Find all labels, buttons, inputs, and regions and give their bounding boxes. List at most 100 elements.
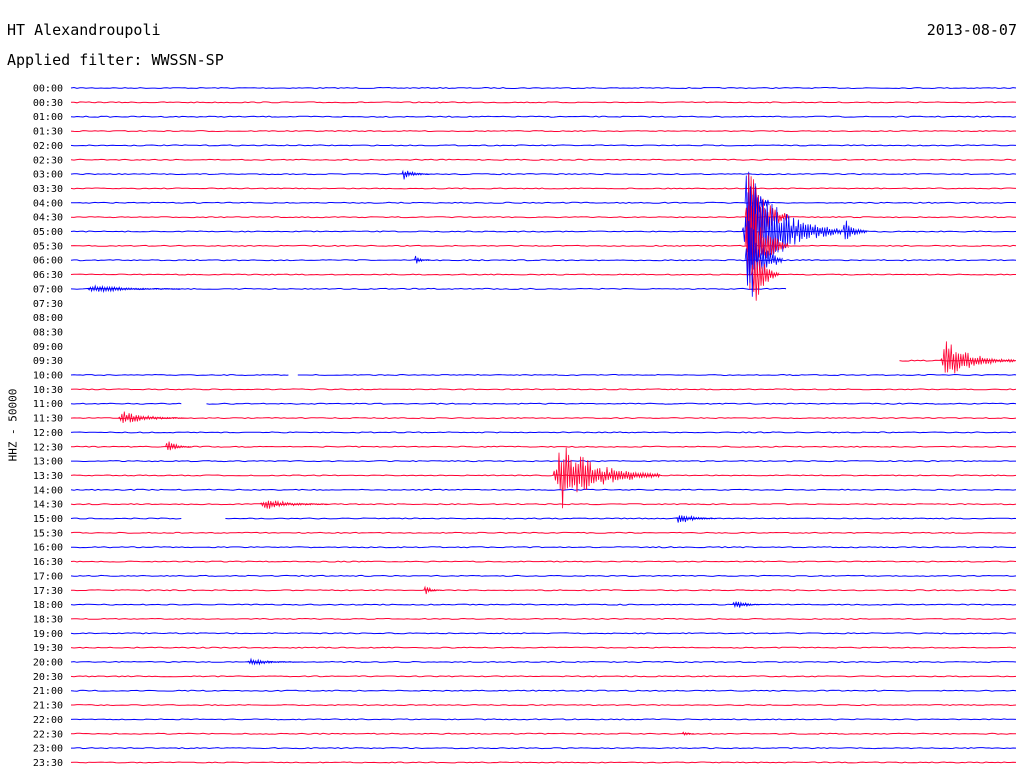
row-label-1930: 19:30 (33, 643, 63, 654)
trace-1700-seg0 (70, 574, 1017, 577)
row-label-0030: 00:30 (33, 98, 63, 109)
trace-1130-seg0 (70, 417, 1017, 420)
row-label-1830: 18:30 (33, 614, 63, 625)
trace-1500-seg0 (70, 517, 182, 520)
event-0930-7 (940, 341, 1016, 374)
row-label-0200: 02:00 (33, 141, 63, 152)
event-1730-17 (423, 585, 442, 595)
row-label-2000: 20:00 (33, 658, 63, 669)
row-label-0430: 04:30 (33, 213, 63, 224)
trace-1500-seg1 (225, 517, 1017, 520)
trace-2100-seg0 (70, 689, 1017, 692)
trace-2230-seg0 (71, 732, 1016, 735)
trace-2200-seg0 (70, 718, 1017, 721)
event-0500-3 (842, 220, 868, 240)
row-label-0930: 09:30 (33, 356, 63, 367)
trace-0530-seg0 (70, 244, 1017, 247)
event-0700-19 (86, 284, 181, 294)
row-label-1800: 18:00 (33, 600, 63, 611)
row-labels: 00:00 00:30 01:00 01:30 02:00 02:30 03:00 03:30… (33, 84, 63, 769)
row-label-1430: 14:30 (33, 500, 63, 511)
trace-0100-seg0 (70, 115, 1017, 118)
trace-0400-seg0 (70, 201, 1017, 204)
row-label-1230: 12:30 (33, 442, 63, 453)
trace-1300-seg0 (71, 460, 1016, 463)
event-1230-10 (165, 441, 191, 451)
trace-1400-seg0 (70, 488, 1017, 491)
row-label-0330: 03:30 (33, 184, 63, 195)
row-label-0600: 06:00 (33, 256, 63, 267)
row-label-1730: 17:30 (33, 586, 63, 597)
event-0630-6 (751, 259, 780, 301)
row-label-2330: 23:30 (33, 758, 63, 769)
trace-1430-seg0 (70, 503, 1017, 506)
trace-1730-seg0 (71, 589, 1017, 592)
trace-2130-seg0 (71, 704, 1017, 707)
trace-0230-seg0 (70, 158, 1017, 161)
row-label-1530: 15:30 (33, 528, 63, 539)
row-label-1330: 13:30 (33, 471, 63, 482)
trace-1230-seg0 (71, 445, 1017, 448)
trace-1530-seg0 (70, 531, 1017, 534)
helicorder-plot: 00:00 00:30 01:00 01:30 02:00 02:30 03:00 03:30… (33, 84, 1017, 769)
trace-1000-seg0 (70, 373, 289, 377)
trace-2300-seg0 (71, 747, 1017, 750)
row-label-0800: 08:00 (33, 313, 63, 324)
trace-0500-seg0 (70, 230, 1017, 233)
row-label-1700: 17:00 (33, 571, 63, 582)
row-label-0730: 07:30 (33, 299, 63, 310)
trace-0600-seg0 (70, 259, 1017, 262)
trace-1100-seg1 (206, 402, 1017, 405)
trace-2330-seg0 (70, 761, 1017, 764)
trace-1900-seg0 (70, 632, 1017, 635)
row-label-0900: 09:00 (33, 342, 63, 353)
row-label-0230: 02:30 (33, 155, 63, 166)
event-1800-13 (732, 601, 761, 609)
row-label-0830: 08:30 (33, 327, 63, 338)
trace-1600-seg0 (70, 546, 1017, 549)
trace-1030-seg0 (70, 388, 1017, 391)
trace-1000-seg1 (297, 373, 1017, 377)
event-0300-14 (401, 169, 430, 180)
trace-1100-seg0 (70, 402, 182, 405)
row-label-1130: 11:30 (33, 414, 63, 425)
row-label-1400: 14:00 (33, 485, 63, 496)
row-label-2200: 22:00 (33, 715, 63, 726)
row-label-0300: 03:00 (33, 170, 63, 181)
row-label-1600: 16:00 (33, 543, 63, 554)
trace-lines (70, 86, 1017, 764)
row-label-1500: 15:00 (33, 514, 63, 525)
row-label-2130: 21:30 (33, 701, 63, 712)
event-1430-11 (259, 500, 329, 509)
row-label-0630: 06:30 (33, 270, 63, 281)
trace-1930-seg0 (70, 646, 1017, 649)
row-label-1300: 13:00 (33, 457, 63, 468)
trace-0130-seg0 (70, 130, 1017, 133)
trace-0200-seg0 (70, 144, 1017, 147)
event-1330-8 (552, 447, 661, 509)
row-label-1900: 19:00 (33, 629, 63, 640)
trace-1200-seg0 (70, 431, 1017, 434)
row-label-0130: 01:30 (33, 127, 63, 138)
trace-2030-seg0 (70, 675, 1017, 678)
row-label-0000: 00:00 (33, 84, 63, 95)
row-label-2300: 23:00 (33, 744, 63, 755)
row-label-0100: 01:00 (33, 112, 63, 123)
row-label-0400: 04:00 (33, 198, 63, 209)
trace-0630-seg0 (70, 273, 1016, 276)
trace-0030-seg0 (70, 101, 1017, 104)
row-label-1630: 16:30 (33, 557, 63, 568)
row-label-0500: 05:00 (33, 227, 63, 238)
row-label-2030: 20:30 (33, 672, 63, 683)
event-waveforms (86, 169, 1016, 736)
row-label-1000: 10:00 (33, 371, 63, 382)
row-label-2230: 22:30 (33, 729, 63, 740)
trace-0330-seg0 (70, 187, 1017, 190)
trace-1830-seg0 (70, 617, 1016, 620)
row-label-2100: 21:00 (33, 686, 63, 697)
trace-2000-seg0 (70, 660, 1017, 664)
row-label-0700: 07:00 (33, 284, 63, 295)
trace-0300-seg0 (70, 173, 1017, 176)
trace-1630-seg0 (70, 560, 1017, 563)
trace-0430-seg0 (70, 216, 1016, 219)
